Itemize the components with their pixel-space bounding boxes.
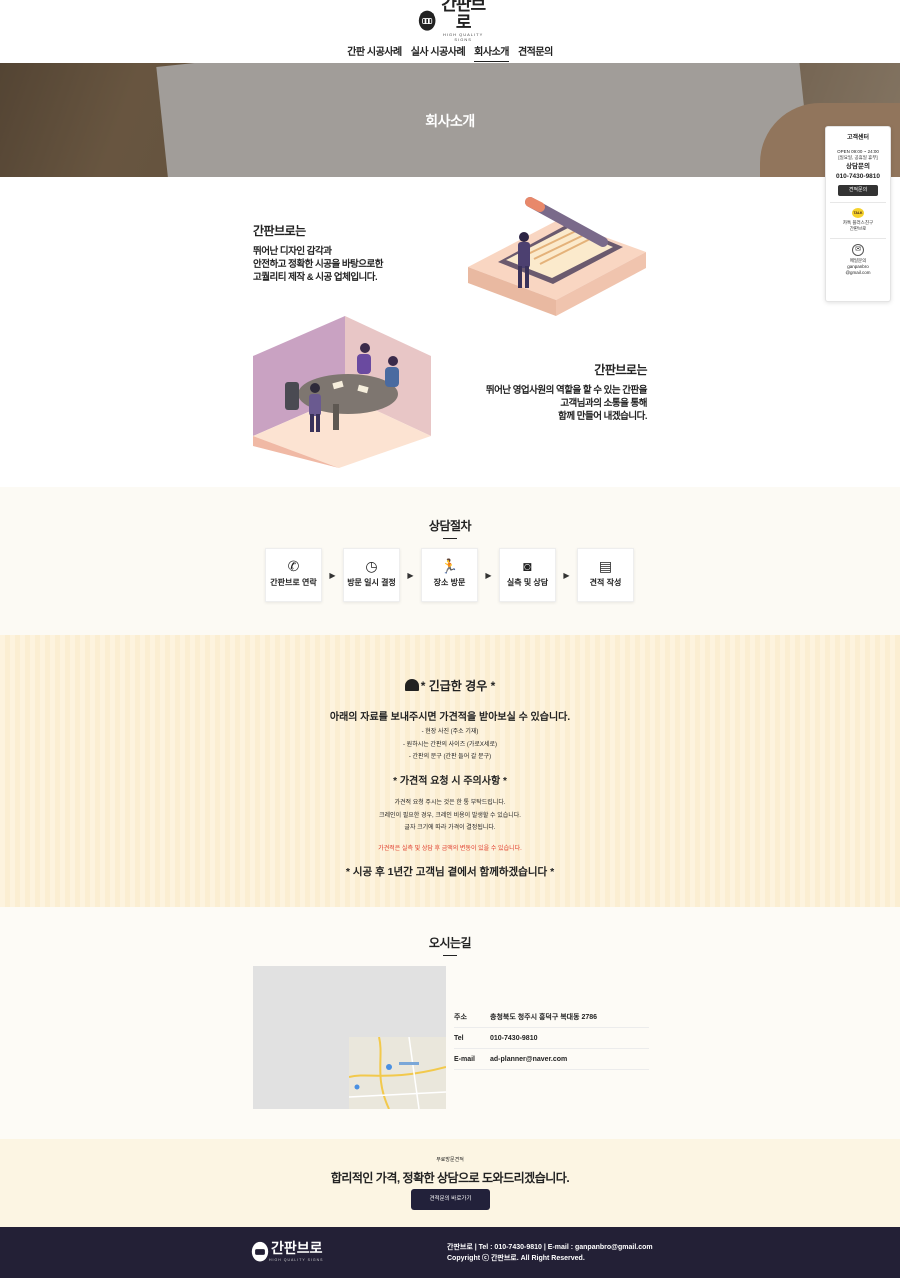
process-step: 🏃 장소 방문 [421, 548, 478, 602]
process-step: ✆ 간판브로 연락 [265, 548, 322, 602]
nav-signs-cases[interactable]: 간판 시공사례 [347, 43, 402, 62]
process-step: ◷ 방문 일시 결정 [343, 548, 400, 602]
about-block-2: 간판브로는 뛰어난 영업사원의 역할을 할 수 있는 간판을 고객님과의 소통을… [430, 361, 648, 423]
main-nav: 간판 시공사례 실사 시공사례 회사소개 견적문의 [0, 43, 900, 62]
arrow-right-icon: ▶ [485, 570, 492, 580]
about-block-1-line: 고퀄리티 제작 & 시공 업체입니다. [253, 272, 378, 283]
logo-subtitle: HIGH QUALITY SIGNS [443, 32, 484, 42]
cta-eyebrow: 무료방문견적 [436, 1157, 464, 1163]
about-block-1-line: 뛰어난 디자인 감각과 [253, 246, 332, 257]
arrow-right-icon: ▶ [329, 570, 336, 580]
urgent-list-item: - 원하시는 간판의 사이즈 (가로X세로) [403, 741, 497, 748]
nav-quote[interactable]: 견적문의 [518, 43, 553, 62]
urgent-title: * 긴급한 경우 * [0, 677, 900, 694]
directions-title: 오시는길 [0, 934, 900, 956]
caution-item: 가견적 요청 주시는 것은 한 통 부탁드립니다. [394, 800, 506, 806]
about-block-2-line: 고객님과의 소통을 통해 [560, 398, 647, 409]
process-step-label: 장소 방문 [433, 578, 466, 587]
about-block-2-line: 뛰어난 영업사원의 역할을 할 수 있는 간판을 [485, 385, 648, 396]
footer-logo-subtitle: HIGH QUALITY SIGNS [269, 1258, 324, 1262]
process-step-label: 방문 일시 결정 [347, 578, 396, 587]
footer-logo-title: 간판브로 [271, 1240, 323, 1256]
widget-title: 고객센터 [846, 135, 870, 141]
info-row: E-mail ad-planner@naver.com [454, 1049, 649, 1070]
info-value: 충청북도 청주시 흥덕구 복대동 2786 [490, 1014, 598, 1021]
about-block-2-line: 함께 만들어 내겠습니다. [558, 411, 647, 422]
urgent-list-item: - 현장 사진 (주소 기재) [421, 729, 479, 735]
info-row: Tel 010-7430-9810 [454, 1028, 649, 1049]
siren-icon [404, 679, 419, 691]
info-key: 주소 [454, 1014, 467, 1021]
meeting-room-illustration [253, 316, 431, 468]
about-block-1-line: 안전하고 정확한 시공을 바탕으로한 [253, 259, 384, 270]
widget-quote-button[interactable]: 견적문의 [838, 185, 878, 196]
document-icon: ▤ [598, 558, 613, 574]
nav-print-cases[interactable]: 실사 시공사례 [411, 43, 466, 62]
caution-title: * 가견적 요청 시 주의사항 * [393, 776, 507, 787]
urgent-subtitle: 아래의 자료를 보내주시면 가견적을 받아보실 수 있습니다. [329, 712, 571, 723]
footer-logo[interactable]: 간판브로 HIGH QUALITY SIGNS [251, 1237, 324, 1263]
urgent-list-item: - 간판의 문구 (간판 들어 갈 문구) [408, 754, 492, 760]
caution-item: 글자 크기에 따라 가격이 결정됩니다. [404, 825, 496, 831]
process-title: 상담절차 [0, 517, 900, 539]
info-key: Tel [454, 1034, 464, 1042]
site-logo[interactable]: 간판브로 HIGH QUALITY SIGNS [418, 0, 488, 42]
mail-domain[interactable]: @gmail.com [826, 270, 890, 276]
caution-list: 가견적 요청 주시는 것은 한 통 부탁드립니다. 크레인이 필요한 경우, 크… [0, 797, 900, 835]
running-person-icon: 🏃 [440, 558, 459, 574]
info-key: E-mail [454, 1055, 476, 1063]
about-block-1: 간판브로는 뛰어난 디자인 감각과 안전하고 정확한 시공을 바탕으로한 고퀄리… [253, 222, 384, 284]
kakao-name[interactable]: 간판브로 [826, 226, 890, 232]
customer-center-widget: 고객센터 OPEN 09:00 ~ 24:00 [일요일, 공휴일 휴무] 상담… [825, 126, 891, 302]
arrow-right-icon: ▶ [407, 570, 414, 580]
logo-mascot-icon [418, 10, 436, 31]
site-footer: 간판브로 HIGH QUALITY SIGNS 간판브로 | Tel : 010… [0, 1227, 900, 1278]
widget-phone[interactable]: 010-7430-9810 [826, 173, 890, 181]
nav-about[interactable]: 회사소개 [474, 43, 509, 62]
about-block-1-title: 간판브로는 [253, 224, 306, 238]
cta-headline: 합리적인 가격, 정확한 상담으로 도와드리겠습니다. [330, 1171, 570, 1185]
about-block-2-title: 간판브로는 [594, 363, 647, 377]
footer-contact-line: 간판브로 | Tel : 010-7430-9810 | E-mail : ga… [447, 1244, 653, 1251]
location-map[interactable] [253, 966, 446, 1109]
urgent-section: * 긴급한 경우 * 아래의 자료를 보내주시면 가견적을 받아보실 수 있습니… [0, 635, 900, 907]
info-value[interactable]: ad-planner@naver.com [490, 1056, 567, 1063]
arrow-right-icon: ▶ [563, 570, 570, 580]
process-step-label: 간판브로 연락 [270, 578, 317, 587]
widget-hours-note: [일요일, 공휴일 휴무] [838, 155, 878, 160]
site-header: 간판브로 HIGH QUALITY SIGNS 간판 시공사례 실사 시공사례 … [0, 0, 900, 63]
info-value[interactable]: 010-7430-9810 [490, 1035, 538, 1042]
directions-section: 오시는길 주소 충청북도 청주시 흥덕구 복대동 2786 Tel 010-74… [0, 907, 900, 1139]
urgent-final-message: * 시공 후 1년간 고객님 곁에서 함께하겠습니다 * [345, 866, 555, 878]
footer-logo-mascot-icon [251, 1241, 269, 1262]
consult-process-section: 상담절차 ✆ 간판브로 연락 ▶ ◷ 방문 일시 결정 ▶ 🏃 장소 방문 ▶ … [0, 487, 900, 635]
urgent-list: - 현장 사진 (주소 기재) - 원하시는 간판의 사이즈 (가로X세로) -… [0, 726, 900, 764]
kakao-talk-icon[interactable]: TALK [852, 208, 864, 218]
caution-item: 크레인이 필요한 경우, 크레인 비용이 발생할 수 있습니다. [379, 812, 521, 819]
cta-section: 무료방문견적 합리적인 가격, 정확한 상담으로 도와드리겠습니다. 견적문의 … [0, 1139, 900, 1227]
hero-banner: 회사소개 [0, 63, 900, 177]
hero-title: 회사소개 [425, 113, 475, 129]
caution-red-note: 가견적은 실측 및 상담 후 금액의 변동이 있을 수 있습니다. [378, 846, 522, 852]
footer-info: 간판브로 | Tel : 010-7430-9810 | E-mail : ga… [447, 1242, 653, 1264]
widget-consult-label: 상담문의 [846, 163, 870, 170]
logo-title: 간판브로 [441, 0, 486, 32]
clipboard-illustration [468, 197, 646, 316]
cta-quote-button[interactable]: 견적문의 바로가기 [411, 1189, 490, 1210]
mail-icon[interactable]: ✉ [852, 244, 864, 256]
process-step-label: 견적 작성 [589, 578, 622, 587]
clock-icon: ◷ [365, 558, 378, 574]
phone-call-icon: ✆ [287, 558, 300, 574]
map-tiles[interactable] [349, 1037, 446, 1109]
process-step: ◙ 실측 및 상담 [499, 548, 556, 602]
footer-copyright: Copyright ⓒ 간판브로. All Right Reserved. [447, 1255, 585, 1262]
camera-icon: ◙ [523, 558, 532, 574]
info-row: 주소 충청북도 청주시 흥덕구 복대동 2786 [454, 1007, 649, 1028]
contact-info-table: 주소 충청북도 청주시 흥덕구 복대동 2786 Tel 010-7430-98… [454, 1007, 649, 1070]
process-step: ▤ 견적 작성 [577, 548, 634, 602]
process-step-label: 실측 및 상담 [506, 578, 549, 587]
process-steps: ✆ 간판브로 연락 ▶ ◷ 방문 일시 결정 ▶ 🏃 장소 방문 ▶ ◙ 실측 … [265, 548, 634, 602]
